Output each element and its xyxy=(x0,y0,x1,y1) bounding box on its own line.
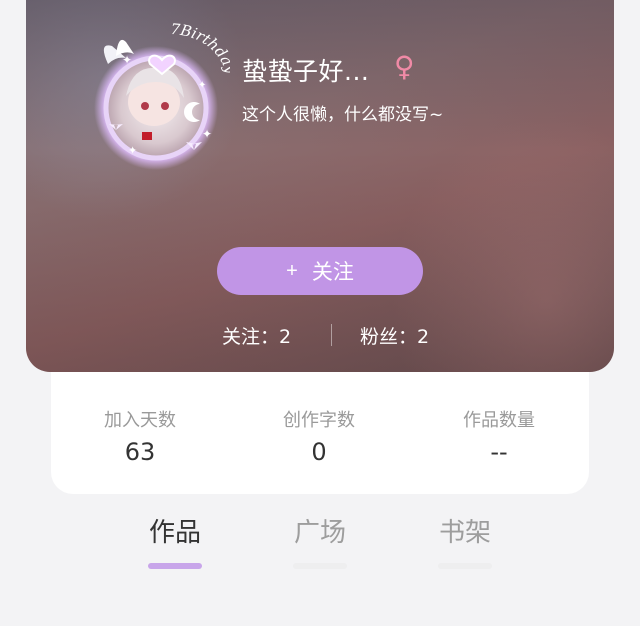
metric-value: -- xyxy=(490,438,508,466)
content-tabs: 作品 广场 书架 xyxy=(0,512,640,572)
metric-value: 63 xyxy=(124,438,156,466)
avatar[interactable]: ✦ ✦ ✦ ✦ 7Birthday xyxy=(70,16,240,176)
svg-text:✦: ✦ xyxy=(202,127,212,141)
username: 蛰蛰子好... xyxy=(242,57,370,86)
female-icon: ♀ xyxy=(394,50,415,83)
plus-icon: + xyxy=(286,259,298,282)
bio-text: 这个人很懒，什么都没写~ xyxy=(242,105,444,125)
tab-bookshelf[interactable]: 书架 xyxy=(415,512,515,569)
metric-word-count: 创作字数 0 xyxy=(249,406,389,466)
metric-value: 0 xyxy=(311,438,327,466)
metric-works-count: 作品数量 -- xyxy=(429,406,569,466)
metrics-card: 加入天数 63 创作字数 0 作品数量 -- xyxy=(51,372,589,494)
metric-join-days: 加入天数 63 xyxy=(70,406,210,466)
tab-indicator xyxy=(148,563,202,569)
avatar-frame-icon: ✦ ✦ ✦ ✦ 7Birthday xyxy=(94,20,240,170)
svg-text:✦: ✦ xyxy=(122,53,132,67)
profile-header: ✦ ✦ ✦ ✦ 7Birthday 蛰蛰子好... ♀ 这个人很懒，什么都没写~… xyxy=(26,0,614,372)
tab-label: 广场 xyxy=(293,518,346,548)
tab-label: 书架 xyxy=(438,518,491,548)
tab-indicator xyxy=(293,563,347,569)
metric-label: 创作字数 xyxy=(283,410,355,431)
tab-indicator xyxy=(438,563,492,569)
svg-text:✦: ✦ xyxy=(198,80,206,91)
social-stats: 关注：2 粉丝：2 xyxy=(26,320,614,352)
tab-label: 作品 xyxy=(148,518,201,548)
following-count[interactable]: 关注：2 xyxy=(222,322,291,349)
stats-divider xyxy=(331,324,332,346)
fans-count[interactable]: 粉丝：2 xyxy=(360,322,429,349)
tab-works[interactable]: 作品 xyxy=(125,512,225,569)
svg-text:✦: ✦ xyxy=(128,144,137,157)
follow-button[interactable]: + 关注 xyxy=(217,247,423,295)
tab-square[interactable]: 广场 xyxy=(270,512,370,569)
follow-button-label: 关注 xyxy=(311,261,354,284)
metric-label: 加入天数 xyxy=(104,410,176,431)
metric-label: 作品数量 xyxy=(463,410,535,431)
